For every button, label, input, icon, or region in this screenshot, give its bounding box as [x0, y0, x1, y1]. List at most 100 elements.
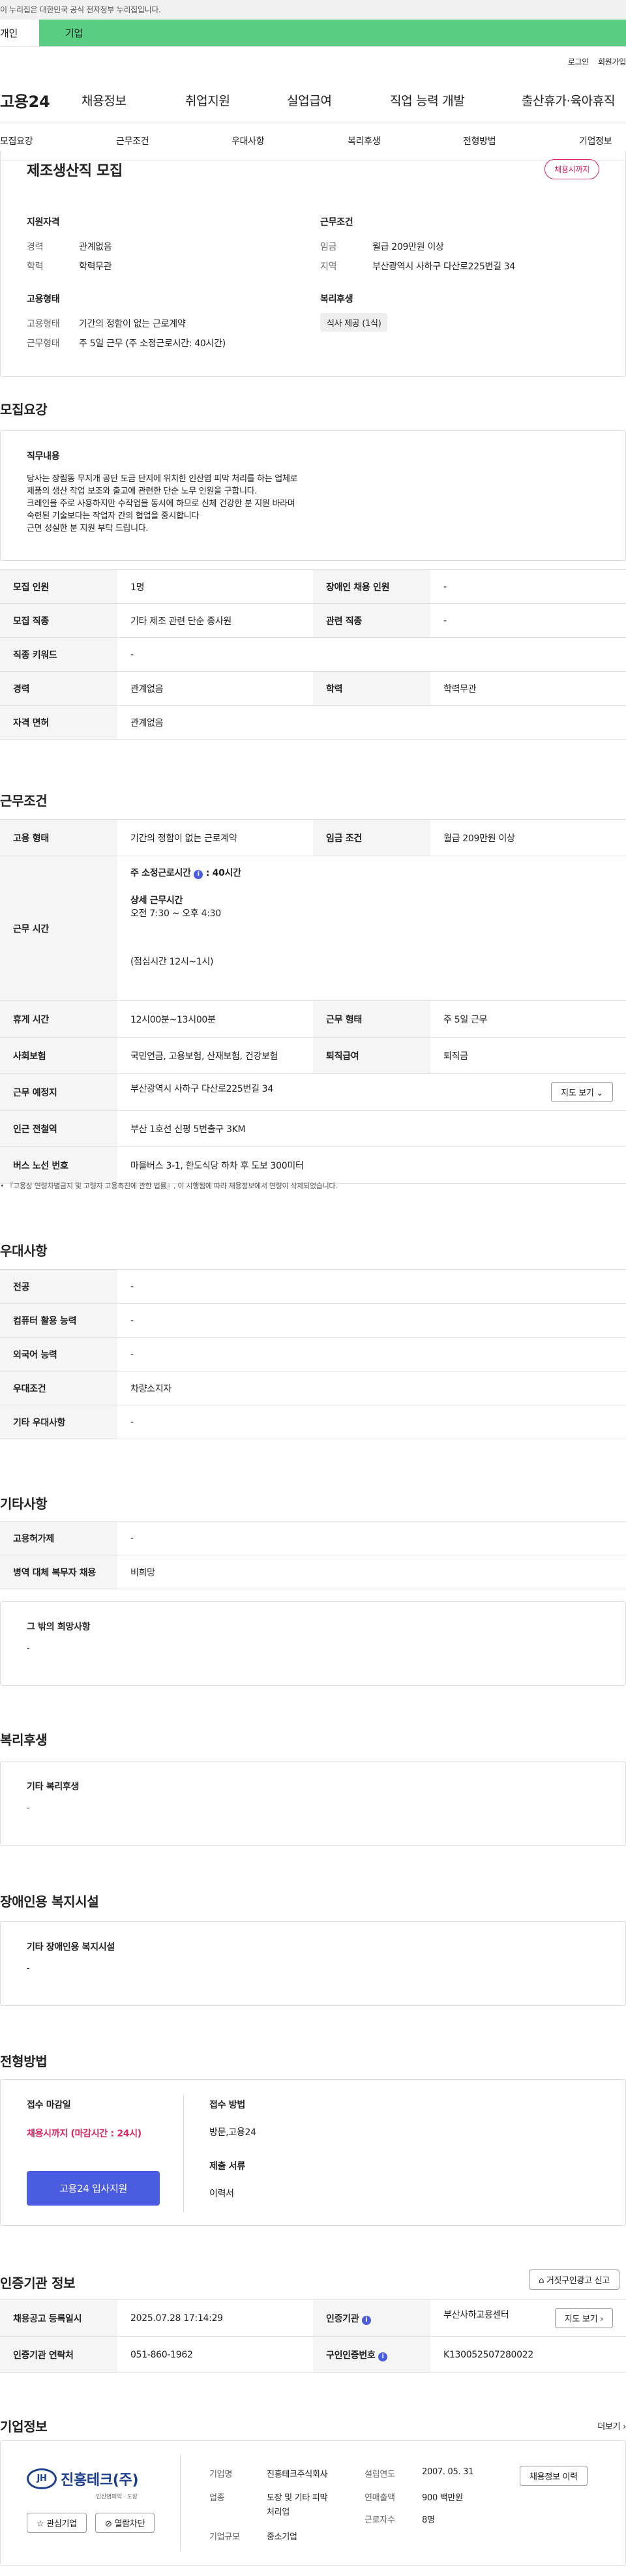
- star-icon: ☆: [37, 2519, 47, 2529]
- tab-company[interactable]: 기업정보: [579, 134, 612, 147]
- table-header: 사회보험: [0, 1037, 117, 1074]
- report-button[interactable]: ⌂ 거짓구인광고 신고: [529, 2269, 619, 2290]
- gnb-item-employment-support[interactable]: 취업지원: [185, 91, 230, 109]
- company-emp-key: 근로자수: [365, 2515, 395, 2525]
- apply-button[interactable]: 고용24 입사지원: [27, 2171, 160, 2206]
- table-cell: -: [430, 603, 626, 638]
- worktype-value: 주 5일 근무 (주 소정근로시간: 40시간): [79, 338, 226, 349]
- table-row: 자격 면허 관계없음: [0, 705, 626, 740]
- edu-value: 학력무관: [79, 262, 112, 272]
- table-header: 직종 키워드: [0, 637, 117, 672]
- company-sales-value: 900 백만원: [422, 2493, 463, 2503]
- wage-key: 임금: [320, 242, 337, 252]
- table-cell: 부산 1호선 신평 5번출구 3KM: [117, 1110, 626, 1147]
- table-cell: 국민연금, 고용보험, 산재보험, 건강보험: [117, 1037, 313, 1074]
- info-icon[interactable]: i: [378, 2352, 388, 2361]
- report-button-label: 거짓구인광고 신고: [546, 2276, 610, 2286]
- table-cell: 주 5일 근무: [430, 1000, 626, 1038]
- cert-section-title: 인증기관 정보: [0, 2275, 76, 2291]
- table-row: 채용공고 등록일시 2025.07.28 17:14:29 인증기관 i 부산사…: [0, 2299, 626, 2337]
- block-button[interactable]: ⊘ 열람차단: [95, 2513, 155, 2533]
- table-header: 기타 우대사항: [0, 1405, 117, 1439]
- company-sales-key: 연매출액: [365, 2493, 395, 2503]
- table-cell: 12시00분~13시00분: [117, 1000, 313, 1038]
- gov-banner-text: 이 누리집은 대한민국 공식 전자정부 누리집입니다.: [0, 5, 161, 14]
- table-cell: 1명: [117, 569, 313, 604]
- preference-table: 전공 - 컴퓨터 활용 능력 - 외국어 능력 - 우대조건 차량소지자 기타 우대사항…: [0, 1269, 626, 1439]
- emp-key: 고용형태: [27, 319, 60, 329]
- tab-selection[interactable]: 전형방법: [463, 134, 496, 147]
- company-section-title: 기업정보: [0, 2419, 48, 2434]
- company-name-key: 기업명: [209, 2470, 232, 2479]
- selection-divider: [183, 2095, 184, 2213]
- qual-title: 지원자격: [27, 217, 60, 228]
- table-cell: 비희망: [117, 1555, 626, 1589]
- table-header: 휴게 시간: [0, 1000, 117, 1038]
- site-logo[interactable]: 고용24: [0, 89, 88, 112]
- table-cell: 051-860-1962: [117, 2336, 313, 2373]
- region-value: 부산광역시 사하구 다산로225번길 34: [372, 262, 516, 272]
- table-row: 모집 인원 1명 장애인 채용 인원 -: [0, 569, 626, 604]
- table-header: 퇴직급여: [313, 1037, 430, 1074]
- method-title: 접수 방법: [209, 2100, 245, 2110]
- history-button[interactable]: 채용정보 이력: [520, 2466, 588, 2486]
- org-map-button[interactable]: 지도 보기 ›: [554, 2308, 613, 2328]
- table-cell: -: [117, 637, 626, 672]
- table-header: 병역 대체 복무자 채용: [0, 1555, 117, 1589]
- info-icon[interactable]: i: [194, 870, 203, 879]
- disabled-box-value: -: [27, 1964, 30, 1973]
- table-header: 모집 인원: [0, 569, 117, 604]
- tab-preference[interactable]: 우대사항: [231, 134, 265, 147]
- interest-button[interactable]: ☆ 관심기업: [27, 2513, 87, 2533]
- table-header: 근무 시간: [0, 856, 117, 1001]
- etc-other-box: 그 밖의 희망사항 -: [0, 1601, 626, 1686]
- signup-link[interactable]: 회원가입: [598, 56, 626, 67]
- hours-main-value: : 40시간: [205, 868, 241, 878]
- chevron-right-icon: ›: [623, 2422, 626, 2432]
- tab-individual[interactable]: 개인: [0, 20, 39, 46]
- company-more-link[interactable]: 더보기 ›: [597, 2419, 626, 2432]
- table-header: 구인인증번호 i: [313, 2336, 430, 2373]
- recruit-section-title: 모집요강: [0, 402, 48, 417]
- table-row: 휴게 시간 12시00분~13시00분 근무 형태 주 5일 근무: [0, 1000, 626, 1038]
- table-header: 외국어 능력: [0, 1337, 117, 1371]
- gnb-item-training[interactable]: 직업 능력 개발: [390, 91, 465, 109]
- tab-welfare[interactable]: 복리후생: [348, 134, 381, 147]
- company-logo-sub: 인산염피막 · 도장: [96, 2494, 138, 2500]
- company-est-key: 설립연도: [365, 2470, 395, 2479]
- table-row: 고용허가제 -: [0, 1521, 626, 1555]
- table-header: 고용 형태: [0, 819, 117, 856]
- table-cell: -: [117, 1405, 626, 1439]
- welfare-section-title: 복리후생: [0, 1732, 48, 1748]
- company-divider: [180, 2454, 181, 2552]
- hours-detail-value: 오전 7:30 ~ 오후 4:30: [130, 908, 221, 919]
- user-type-bar: 개인 기업: [0, 20, 626, 47]
- gnb: 고용24 채용정보 취업지원 실업급여 직업 능력 개발 출산휴가·육아휴직: [0, 89, 626, 111]
- table-header: 인증기관 연락처: [0, 2336, 117, 2373]
- etc-other-title: 그 밖의 희망사항: [27, 1622, 91, 1632]
- duty-text: 당사는 장림동 무지개 공단 도금 단지에 위치한 인산염 피막 처리를 하는 …: [27, 473, 599, 535]
- tab-recruit[interactable]: 모집요강: [0, 134, 33, 147]
- hours-detail-title: 상세 근무시간: [130, 895, 183, 906]
- gnb-item-leave[interactable]: 출산휴가·육아휴직: [522, 91, 615, 109]
- conditions-section-title: 근무조건: [0, 793, 48, 809]
- age-notice-text: 『고용상 연령차별금지 및 고령자 고용촉진에 관한 법률』, 이 시행됨에 따…: [6, 1182, 338, 1190]
- duty-line: 크레인을 주로 사용하지만 수작업을 동시에 하므로 신체 건강한 분 지원 바…: [27, 499, 295, 509]
- org-value: 부산사하고용센터: [443, 2310, 509, 2320]
- table-row: 인근 전철역 부산 1호선 신평 5번출구 3KM: [0, 1110, 626, 1147]
- etc-section-title: 기타사항: [0, 1496, 48, 1512]
- gnb-item-jobs[interactable]: 채용정보: [82, 91, 127, 109]
- tab-company[interactable]: 기업: [39, 20, 626, 46]
- tab-conditions[interactable]: 근무조건: [116, 134, 149, 147]
- method-value: 방문,고용24: [209, 2127, 256, 2138]
- hours-main-label: 주 소정근로시간: [130, 868, 191, 878]
- table-cell: -: [117, 1303, 626, 1338]
- company-logo-mark: JH: [27, 2468, 57, 2489]
- login-link[interactable]: 로그인: [568, 56, 589, 67]
- location-value: 부산광역시 사하구 다산로225번길 34: [130, 1084, 274, 1094]
- hours-main: 주 소정근로시간 i : 40시간: [130, 867, 613, 880]
- table-cell: 관계없음: [117, 705, 626, 740]
- gnb-item-unemployment-benefit[interactable]: 실업급여: [287, 91, 332, 109]
- info-icon[interactable]: i: [361, 2315, 371, 2325]
- map-button[interactable]: 지도 보기 ⌄: [551, 1082, 613, 1102]
